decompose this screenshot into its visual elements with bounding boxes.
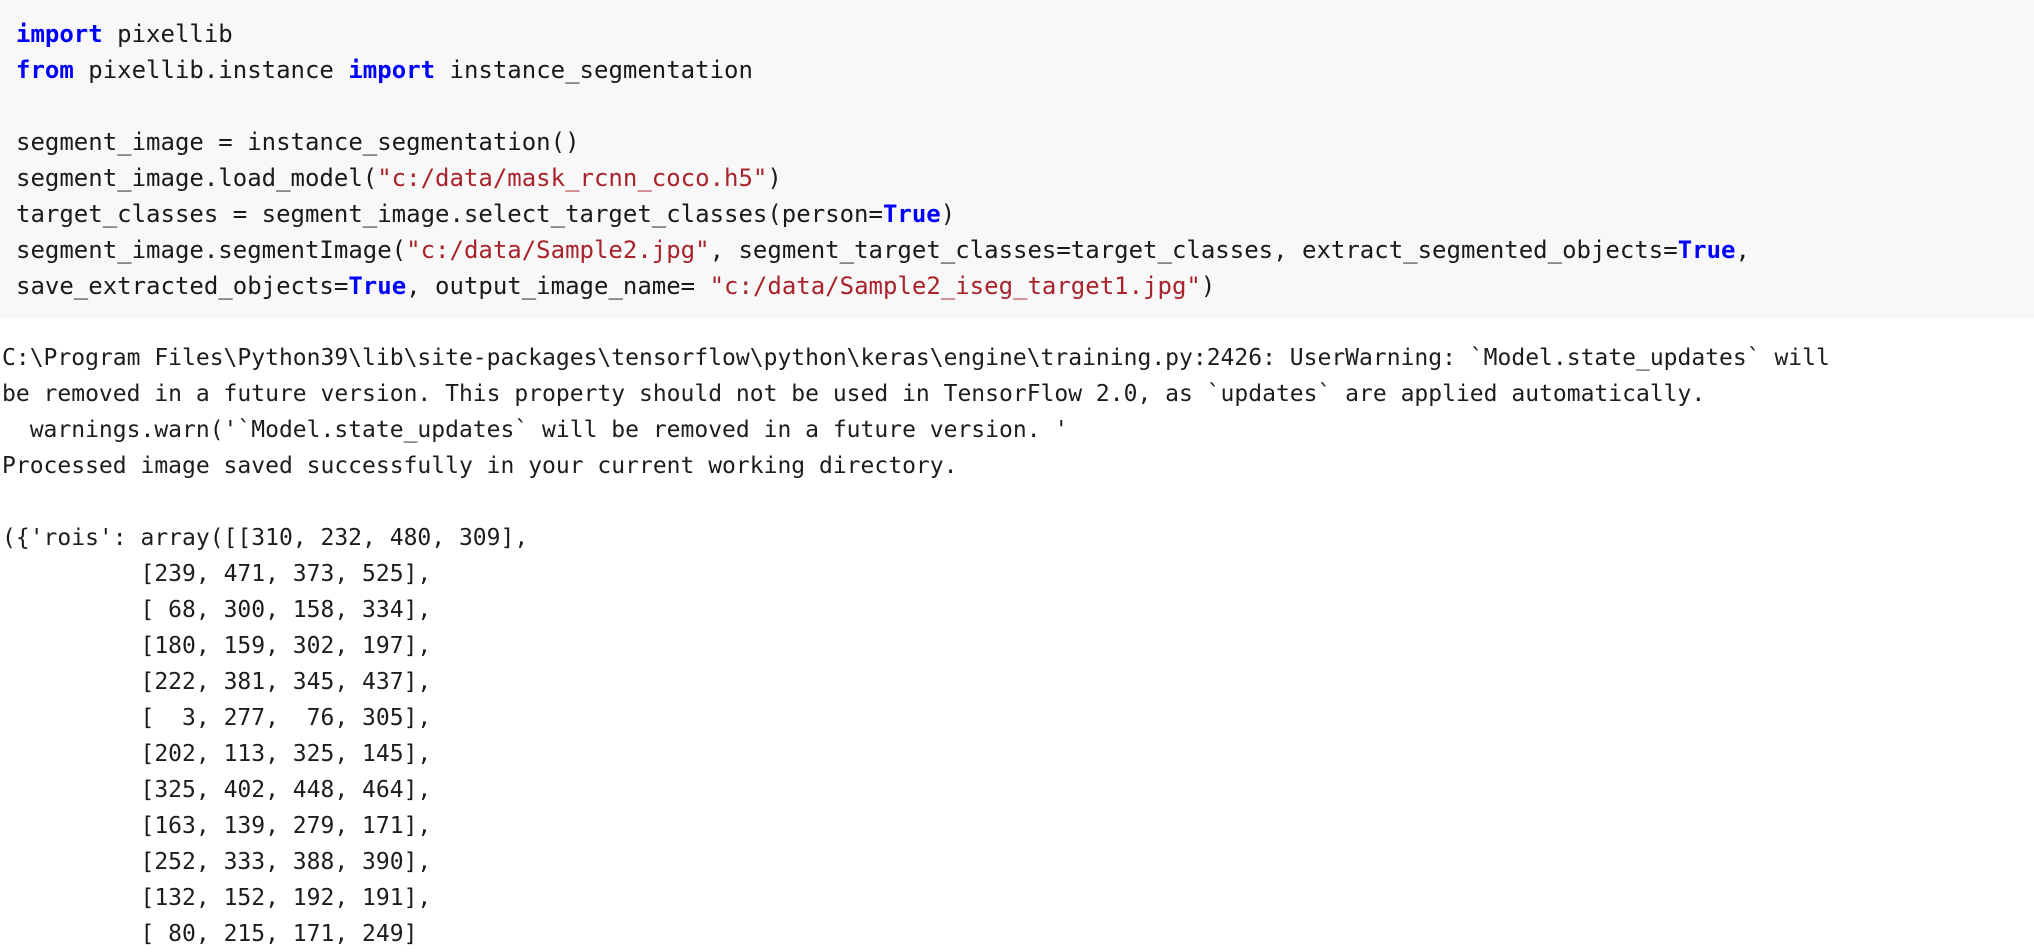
code-keyword: True — [882, 200, 941, 228]
rois-indent — [2, 561, 140, 587]
rois-indent — [2, 597, 140, 623]
code-line: target_classes = segment_image.select_ta… — [0, 196, 2034, 232]
code-text: segment_image.load_model( — [16, 164, 378, 192]
rois-row: [180, 159, 302, 197], — [0, 628, 2034, 664]
output-area: C:\Program Files\Python39\lib\site-packa… — [0, 318, 2034, 952]
rois-row: [ 68, 300, 158, 334], — [0, 592, 2034, 628]
rois-row-values: [239, 471, 373, 525], — [140, 561, 432, 587]
rois-row: [ 3, 277, 76, 305], — [0, 700, 2034, 736]
rois-indent — [2, 921, 140, 947]
code-text: , segment_target_classes=target_classes,… — [709, 236, 1678, 264]
code-text: pixellib.instance — [73, 56, 349, 84]
code-line: segment_image.segmentImage("c:/data/Samp… — [0, 232, 2034, 268]
code-text: ) — [1200, 272, 1216, 300]
code-keyword: True — [1677, 236, 1736, 264]
code-string: "c:/data/Sample2.jpg" — [406, 236, 710, 264]
rois-row-values: [132, 152, 192, 191], — [140, 885, 432, 911]
code-text: pixellib — [102, 20, 233, 48]
code-line: import pixellib — [0, 16, 2034, 52]
rois-prefix: ({'rois': array([ — [2, 525, 238, 551]
rois-row: [202, 113, 325, 145], — [0, 736, 2034, 772]
code-keyword: from — [16, 56, 74, 84]
rois-row-values: [222, 381, 345, 437], — [140, 669, 432, 695]
rois-row: [ 80, 215, 171, 249] — [0, 916, 2034, 952]
status-message: Processed image saved successfully in yo… — [2, 453, 958, 479]
rois-indent — [2, 633, 140, 659]
rois-row: [252, 333, 388, 390], — [0, 844, 2034, 880]
rois-indent — [2, 813, 140, 839]
code-text: save_extracted_objects= — [16, 272, 349, 300]
rois-indent — [2, 669, 140, 695]
warning-line: C:\Program Files\Python39\lib\site-packa… — [2, 345, 1830, 371]
code-line: segment_image = instance_segmentation() — [0, 124, 2034, 160]
code-text: ) — [767, 164, 782, 192]
rois-row-values: [ 68, 300, 158, 334], — [140, 597, 432, 623]
code-text: instance_segmentation — [435, 56, 753, 84]
code-text: , — [1735, 236, 1750, 264]
rois-row-values: [325, 402, 448, 464], — [140, 777, 432, 803]
code-text: segment_image = instance_segmentation() — [16, 128, 580, 156]
rois-row: [163, 139, 279, 171], — [0, 808, 2034, 844]
code-text: segment_image.segmentImage( — [16, 236, 407, 264]
code-string: "c:/data/mask_rcnn_coco.h5" — [377, 164, 768, 192]
code-string: "c:/data/Sample2_iseg_target1.jpg" — [709, 272, 1201, 300]
code-text: target_classes = segment_image.select_ta… — [16, 200, 883, 228]
rois-row: [222, 381, 345, 437], — [0, 664, 2034, 700]
warning-line: warnings.warn('`Model.state_updates` wil… — [2, 417, 1069, 443]
rois-row: [325, 402, 448, 464], — [0, 772, 2034, 808]
rois-row-values: [310, 232, 480, 309], — [237, 525, 529, 551]
rois-indent — [2, 741, 140, 767]
rois-row-values: [202, 113, 325, 145], — [140, 741, 432, 767]
code-line: from pixellib.instance import instance_s… — [0, 52, 2034, 88]
warning-line: be removed in a future version. This pro… — [2, 381, 1706, 407]
rois-array-output: ({'rois': array([[310, 232, 480, 309], [… — [0, 520, 2034, 952]
output-spacer — [0, 484, 2034, 520]
code-line: save_extracted_objects=True, output_imag… — [0, 268, 2034, 304]
rois-row-values: [ 3, 277, 76, 305], — [140, 705, 432, 731]
rois-row-values: [180, 159, 302, 197], — [140, 633, 432, 659]
rois-indent — [2, 849, 140, 875]
code-keyword: import — [16, 20, 103, 48]
rois-row: ({'rois': array([[310, 232, 480, 309], — [0, 520, 2034, 556]
rois-indent — [2, 885, 140, 911]
code-text: , output_image_name= — [406, 272, 710, 300]
rois-row-values: [252, 333, 388, 390], — [140, 849, 432, 875]
code-keyword: import — [348, 56, 436, 84]
code-text: ) — [940, 200, 956, 228]
warning-output-block: C:\Program Files\Python39\lib\site-packa… — [0, 340, 2034, 448]
code-keyword: True — [348, 272, 407, 300]
rois-indent — [2, 777, 140, 803]
code-line: segment_image.load_model("c:/data/mask_r… — [0, 160, 2034, 196]
rois-row: [239, 471, 373, 525], — [0, 556, 2034, 592]
rois-row-values: [ 80, 215, 171, 249] — [140, 921, 418, 947]
rois-row-values: [163, 139, 279, 171], — [140, 813, 432, 839]
rois-row: [132, 152, 192, 191], — [0, 880, 2034, 916]
rois-indent — [2, 705, 140, 731]
code-input-cell[interactable]: import pixellib from pixellib.instance im… — [0, 0, 2034, 318]
